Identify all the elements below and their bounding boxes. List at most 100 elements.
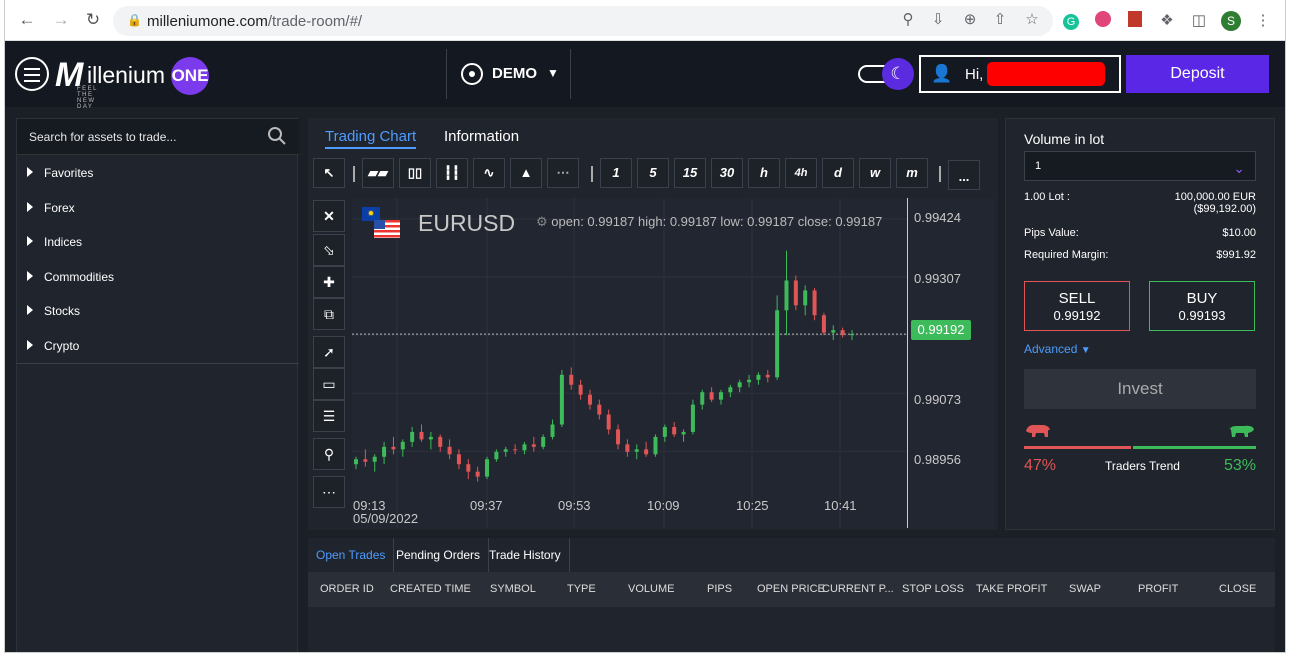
- interval-m-button[interactable]: m: [896, 158, 928, 188]
- candle-body: [709, 392, 714, 400]
- key-icon[interactable]: ⚲: [898, 10, 918, 30]
- reload-icon[interactable]: ↻: [83, 10, 103, 30]
- extension-icon-3[interactable]: [1125, 11, 1145, 31]
- candle-body: [578, 384, 583, 395]
- account-mode-dropdown[interactable]: DEMO ▼: [446, 49, 571, 99]
- sell-button[interactable]: SELL 0.99192: [1024, 281, 1130, 331]
- column-header[interactable]: SWAP: [1069, 583, 1101, 595]
- column-header[interactable]: TYPE: [567, 583, 596, 595]
- category-favorites[interactable]: Favorites: [17, 156, 299, 190]
- hamburger-menu-button[interactable]: [15, 57, 49, 91]
- forward-icon[interactable]: →: [51, 10, 71, 30]
- candle-body: [756, 374, 761, 380]
- asset-search-input[interactable]: [17, 119, 257, 155]
- address-bar[interactable]: 🔒 milleniumone.com/trade-room/#/ ⚲ ⇩ ⊕ ⇧…: [113, 6, 1053, 36]
- share-icon[interactable]: ⇧: [990, 10, 1010, 30]
- extension-icon-2[interactable]: [1093, 11, 1113, 31]
- user-menu[interactable]: 👤 Hi,: [919, 55, 1121, 93]
- column-header[interactable]: ORDER ID: [320, 583, 374, 595]
- dot-chart-button[interactable]: ⋯: [547, 158, 579, 188]
- asset-panel: Favorites Forex Indices Commodities Stocks Cr…: [16, 118, 299, 652]
- candle-body: [541, 436, 546, 447]
- advanced-toggle[interactable]: Advanced ▼: [1024, 342, 1091, 356]
- interval-h-button[interactable]: h: [748, 158, 780, 188]
- category-commodities[interactable]: Commodities: [17, 260, 299, 294]
- more-tools-button[interactable]: ...: [948, 160, 980, 190]
- sidepanel-icon[interactable]: ◫: [1189, 11, 1209, 31]
- theme-toggle[interactable]: ☾: [858, 58, 914, 90]
- sell-label: SELL: [1058, 290, 1096, 307]
- x-tick-label: 10:41: [824, 498, 857, 513]
- column-header[interactable]: TAKE PROFIT: [976, 583, 1047, 595]
- candle-body: [391, 446, 396, 450]
- column-header[interactable]: VOLUME: [628, 583, 674, 595]
- tab-information[interactable]: Information: [444, 128, 519, 145]
- kebab-menu-icon[interactable]: ⋮: [1253, 11, 1273, 31]
- tab-trading-chart[interactable]: Trading Chart: [325, 128, 417, 149]
- hollow-candles-button[interactable]: ▯▯: [399, 158, 431, 188]
- broadcast-icon: [461, 63, 483, 85]
- ohlc-readout: ⚙ open: 0.99187 high: 0.99187 low: 0.991…: [536, 214, 882, 230]
- rectangle-tool-icon[interactable]: ▭: [313, 368, 345, 400]
- more-drawing-tools-icon[interactable]: ⋯: [313, 476, 345, 508]
- puzzle-icon[interactable]: ❖: [1157, 11, 1177, 31]
- column-header[interactable]: OPEN PRICE: [757, 583, 825, 595]
- interval-30-button[interactable]: 30: [711, 158, 743, 188]
- column-header[interactable]: CURRENT P...: [822, 583, 894, 595]
- tab-open-trades[interactable]: Open Trades: [308, 538, 395, 572]
- interval-4h-button[interactable]: 4h: [785, 158, 817, 188]
- interval-5-button[interactable]: 5: [637, 158, 669, 188]
- x-tick-label: 10:25: [736, 498, 769, 513]
- chart-plot[interactable]: ✹ EURUSD ⚙ open: 0.99187 high: 0.99187 l…: [352, 198, 907, 528]
- close-icon[interactable]: ✕: [313, 200, 345, 232]
- interval-15-button[interactable]: 15: [674, 158, 706, 188]
- column-header[interactable]: STOP LOSS: [902, 583, 964, 595]
- ohlc-bars-button[interactable]: ┇┇: [436, 158, 468, 188]
- invest-button[interactable]: Invest: [1024, 369, 1256, 409]
- select-tool-icon[interactable]: ⬂: [313, 234, 345, 266]
- column-header[interactable]: PROFIT: [1138, 583, 1178, 595]
- candle-body: [475, 471, 480, 477]
- crosshair-tool-icon[interactable]: ✚: [313, 266, 345, 298]
- column-header[interactable]: SYMBOL: [490, 583, 536, 595]
- redacted-username: [987, 62, 1105, 86]
- zoom-icon[interactable]: ⊕: [960, 10, 980, 30]
- search-icon[interactable]: [267, 126, 287, 146]
- interval-w-button[interactable]: w: [859, 158, 891, 188]
- line-chart-button[interactable]: ∿: [473, 158, 505, 188]
- grammarly-extension-icon[interactable]: G: [1061, 11, 1081, 31]
- buy-button[interactable]: BUY 0.99193: [1149, 281, 1255, 331]
- volume-select[interactable]: 1 ⌄: [1024, 151, 1256, 181]
- category-crypto[interactable]: Crypto: [17, 329, 299, 363]
- column-header[interactable]: CLOSE: [1219, 583, 1256, 595]
- fib-tool-icon[interactable]: ☰: [313, 400, 345, 432]
- lot-value: 100,000.00 EUR ($99,192.00): [1174, 191, 1256, 215]
- tab-trade-history[interactable]: Trade History: [481, 538, 570, 572]
- category-stocks[interactable]: Stocks: [17, 294, 299, 328]
- bookmark-star-icon[interactable]: ☆: [1022, 10, 1042, 30]
- category-indices[interactable]: Indices: [17, 225, 299, 259]
- settings-icon[interactable]: ⚙: [536, 214, 548, 229]
- column-header[interactable]: CREATED TIME: [390, 583, 471, 595]
- candle-body: [587, 394, 592, 405]
- interval-d-button[interactable]: d: [822, 158, 854, 188]
- deposit-button[interactable]: Deposit: [1126, 55, 1269, 93]
- area-chart-button[interactable]: ▲: [510, 158, 542, 188]
- category-forex[interactable]: Forex: [17, 191, 299, 225]
- ohlc-text: open: 0.99187 high: 0.99187 low: 0.99187…: [551, 214, 883, 229]
- back-icon[interactable]: ←: [17, 10, 37, 30]
- install-icon[interactable]: ⇩: [928, 10, 948, 30]
- candles-chart-button[interactable]: ▰▰: [362, 158, 394, 188]
- column-header[interactable]: PIPS: [707, 583, 732, 595]
- layers-icon[interactable]: ⧉: [313, 298, 345, 330]
- profile-avatar[interactable]: S: [1221, 11, 1241, 31]
- candle-body: [812, 290, 817, 316]
- logo-word: illenium: [87, 62, 165, 88]
- tab-pending-orders[interactable]: Pending Orders: [388, 538, 490, 572]
- interval-1-button[interactable]: 1: [600, 158, 632, 188]
- zoom-tool-icon[interactable]: ⚲: [313, 438, 345, 470]
- candle-body: [840, 330, 845, 336]
- cursor-tool-button[interactable]: ↖: [313, 158, 345, 188]
- trendline-tool-icon[interactable]: ➚: [313, 336, 345, 368]
- candlestick-svg[interactable]: [352, 198, 907, 528]
